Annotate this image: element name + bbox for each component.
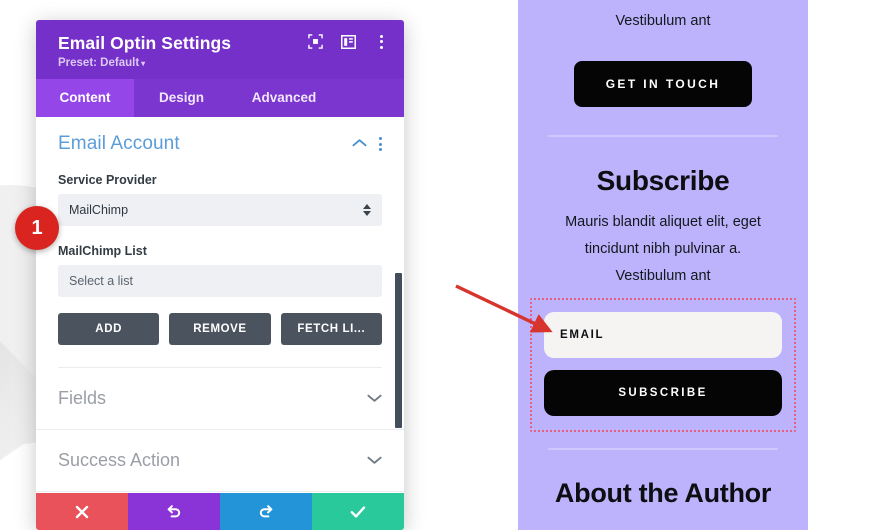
chevron-down-icon xyxy=(367,391,382,406)
preset-selector[interactable]: Preset: Default ▾ xyxy=(58,57,388,69)
subscribe-body-text: Mauris blandit aliquet elit, eget tincid… xyxy=(518,209,808,290)
email-account-section-header[interactable]: Email Account xyxy=(58,133,382,155)
section-kebab-menu-icon[interactable] xyxy=(379,137,382,151)
subscribe-button[interactable]: SUBSCRIBE xyxy=(544,370,782,416)
preview-divider xyxy=(548,448,778,450)
preview-top-text: Vestibulum ant xyxy=(615,13,711,29)
layout-panel-icon[interactable] xyxy=(340,33,357,50)
modal-header: Email Optin Settings Preset: Default ▾ xyxy=(36,20,404,79)
modal-tab-bar: Content Design Advanced xyxy=(36,79,404,117)
accordion-success-action[interactable]: Success Action xyxy=(36,430,404,492)
tab-advanced[interactable]: Advanced xyxy=(229,79,339,117)
subscribe-body-line: Vestibulum ant xyxy=(615,268,711,284)
tab-design[interactable]: Design xyxy=(134,79,229,117)
redo-button[interactable] xyxy=(220,493,312,530)
email-account-section: Email Account Service Provider MailChimp… xyxy=(36,117,404,368)
save-button[interactable] xyxy=(312,493,404,530)
page-preview-panel: Vestibulum ant GET IN TOUCH Subscribe Ma… xyxy=(518,0,808,530)
mailchimp-list-label: MailChimp List xyxy=(58,244,147,258)
mailchimp-list-input[interactable] xyxy=(58,265,382,297)
modal-header-icons xyxy=(307,33,390,50)
email-optin-settings-modal: Email Optin Settings Preset: Default ▾ C… xyxy=(36,20,404,530)
accordion-fields-label: Fields xyxy=(58,388,107,408)
annotation-badge-1: 1 xyxy=(15,206,59,250)
panel-scrollbar[interactable] xyxy=(395,273,402,428)
kebab-menu-icon[interactable] xyxy=(373,33,390,50)
add-button[interactable]: ADD xyxy=(58,313,160,345)
list-action-buttons: ADD REMOVE FETCH LI... xyxy=(58,313,382,345)
email-input[interactable] xyxy=(544,312,782,358)
remove-button[interactable]: REMOVE xyxy=(169,313,271,345)
section-header-icons xyxy=(352,135,382,153)
accordion-success-action-label: Success Action xyxy=(58,450,181,470)
email-optin-module-outline[interactable]: SUBSCRIBE xyxy=(530,298,796,432)
fetch-lists-button[interactable]: FETCH LI... xyxy=(280,313,382,345)
get-in-touch-button[interactable]: GET IN TOUCH xyxy=(574,61,752,107)
undo-button[interactable] xyxy=(128,493,220,530)
email-account-title: Email Account xyxy=(58,133,180,154)
subscribe-body-line: tincidunt nibh pulvinar a. xyxy=(584,241,742,257)
subscribe-body-line: Mauris blandit aliquet elit, eget xyxy=(565,214,761,230)
tab-content[interactable]: Content xyxy=(36,79,134,117)
chevron-down-icon: ▾ xyxy=(141,59,146,68)
kebab-dots xyxy=(380,34,383,49)
service-provider-label: Service Provider xyxy=(58,173,157,187)
preset-label: Preset: Default xyxy=(58,57,140,69)
preview-divider xyxy=(548,135,778,137)
cancel-button[interactable] xyxy=(36,493,128,530)
modal-body: Email Account Service Provider MailChimp… xyxy=(36,117,404,530)
subscribe-heading: Subscribe xyxy=(596,165,730,196)
modal-action-bar xyxy=(36,493,404,530)
service-provider-select[interactable]: MailChimp xyxy=(58,194,382,226)
focus-target-icon[interactable] xyxy=(307,33,324,50)
about-the-author-heading: About the Author xyxy=(554,478,772,508)
service-provider-select-wrap: MailChimp xyxy=(58,194,382,226)
accordion-fields[interactable]: Fields xyxy=(36,368,404,430)
chevron-up-icon[interactable] xyxy=(352,135,367,153)
chevron-down-icon xyxy=(367,453,382,468)
